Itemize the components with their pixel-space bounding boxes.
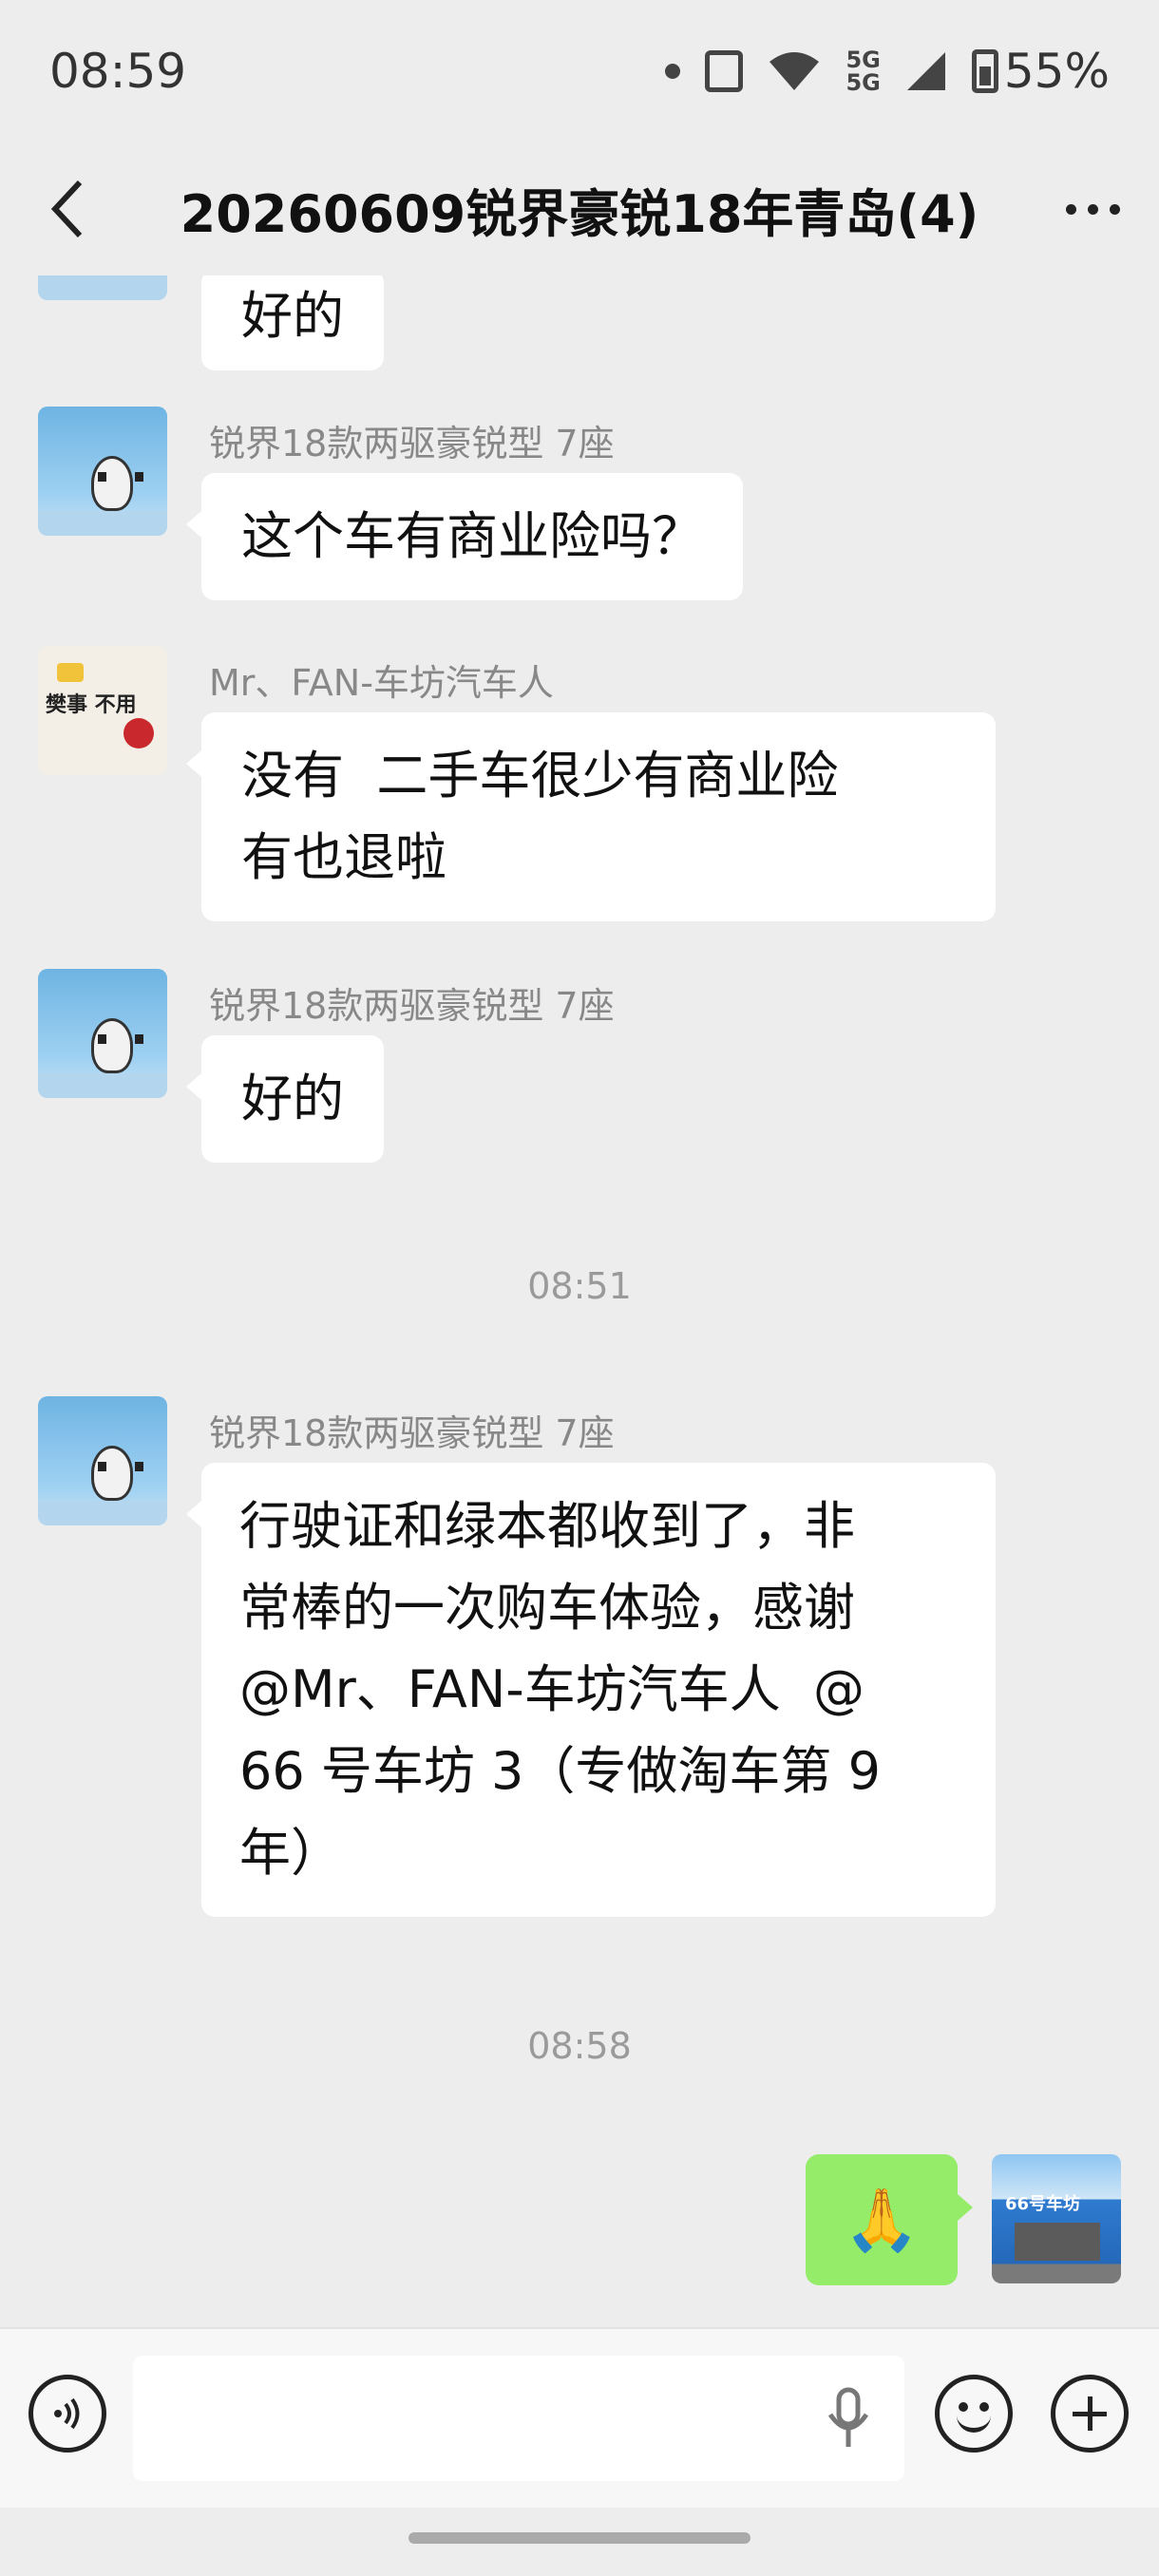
network-type: 5G 5G [846, 48, 880, 94]
message-text: 好的 [241, 286, 344, 346]
avatar[interactable] [38, 1396, 167, 1525]
avatar-shop-sign: 66号车坊 [1005, 2194, 1081, 2214]
my-message-bubble[interactable]: 🙏 [806, 2154, 973, 2285]
avatar-sticker-text: 樊事 不用 [46, 693, 137, 717]
message-bubble[interactable]: 这个车有商业险吗？ [186, 473, 743, 600]
plus-button[interactable] [1051, 2375, 1129, 2453]
chat-title: 20260609锐界豪锐18年青岛(4) [180, 183, 979, 244]
message-bubble[interactable]: 行驶证和绿本都收到了，非 常棒的一次购车体验，感谢 @Mr、FAN-车坊汽车人 … [186, 1463, 996, 1917]
sender-name: 锐界18款两驱豪锐型 7座 [209, 1412, 615, 1454]
sender-name: Mr、FAN-车坊汽车人 [209, 662, 554, 704]
battery-icon [971, 49, 998, 93]
notification-dot-icon [665, 64, 681, 79]
status-time: 08:59 [49, 44, 187, 99]
battery: 55% [971, 44, 1110, 99]
time-divider: 08:51 [527, 1265, 632, 1307]
message-text: 这个车有商业险吗？ [241, 506, 703, 566]
network-label-bottom: 5G [846, 69, 881, 96]
my-avatar[interactable]: 66号车坊 [992, 2154, 1121, 2283]
avatar[interactable] [38, 407, 167, 536]
voice-icon [54, 2397, 80, 2430]
wifi-icon [768, 50, 821, 92]
emoji-icon [957, 2412, 991, 2433]
signal-icon [905, 50, 947, 92]
emoji-button[interactable] [935, 2375, 1013, 2453]
chevron-left-icon [50, 180, 83, 238]
avatar[interactable]: 樊事 不用 [38, 646, 167, 775]
network-label-top: 5G [846, 47, 881, 73]
voice-button[interactable] [28, 2375, 106, 2453]
status-bar: 08:59 5G 5G 55% [0, 0, 1159, 142]
message-bubble[interactable]: 好的 [201, 275, 384, 370]
sender-name: 锐界18款两驱豪锐型 7座 [209, 985, 615, 1027]
message-input[interactable] [133, 2356, 904, 2481]
mic-icon[interactable] [825, 2386, 872, 2453]
message-line: @Mr、FAN-车坊汽车人 @ [239, 1659, 865, 1719]
more-button[interactable] [1026, 142, 1159, 275]
message-line: 年） [239, 1823, 342, 1883]
message-line: 没有 二手车很少有商业险 [241, 746, 839, 805]
back-button[interactable] [0, 142, 133, 275]
message-bubble[interactable]: 没有 二手车很少有商业险 有也退啦 [186, 712, 996, 921]
battery-level: 55% [1003, 44, 1110, 99]
home-indicator[interactable] [408, 2532, 750, 2544]
sender-name: 锐界18款两驱豪锐型 7座 [209, 423, 615, 464]
pray-emoji-icon: 🙏 [844, 2185, 920, 2256]
more-dots-icon [1065, 203, 1076, 215]
chat-header: 20260609锐界豪锐18年青岛(4) [0, 142, 1159, 275]
nfc-icon [705, 50, 744, 92]
chat-area[interactable]: 好的 锐界18款两驱豪锐型 7座 这个车有商业险吗？ 樊事 不用 Mr、FAN-… [0, 275, 1159, 2327]
message-line: 有也退啦 [241, 827, 446, 887]
message-bubble[interactable]: 好的 [186, 1035, 384, 1163]
avatar[interactable] [38, 969, 167, 1098]
message-line: 行驶证和绿本都收到了，非 [239, 1496, 855, 1556]
time-divider: 08:58 [527, 2025, 632, 2067]
message-line: 66 号车坊 3（专做淘车第 9 [239, 1741, 881, 1801]
avatar[interactable] [38, 275, 167, 300]
message-line: 常棒的一次购车体验，感谢 [239, 1578, 855, 1638]
status-icons: 5G 5G 55% [665, 44, 1110, 99]
input-bar [0, 2327, 1159, 2508]
message-text: 好的 [241, 1069, 344, 1128]
